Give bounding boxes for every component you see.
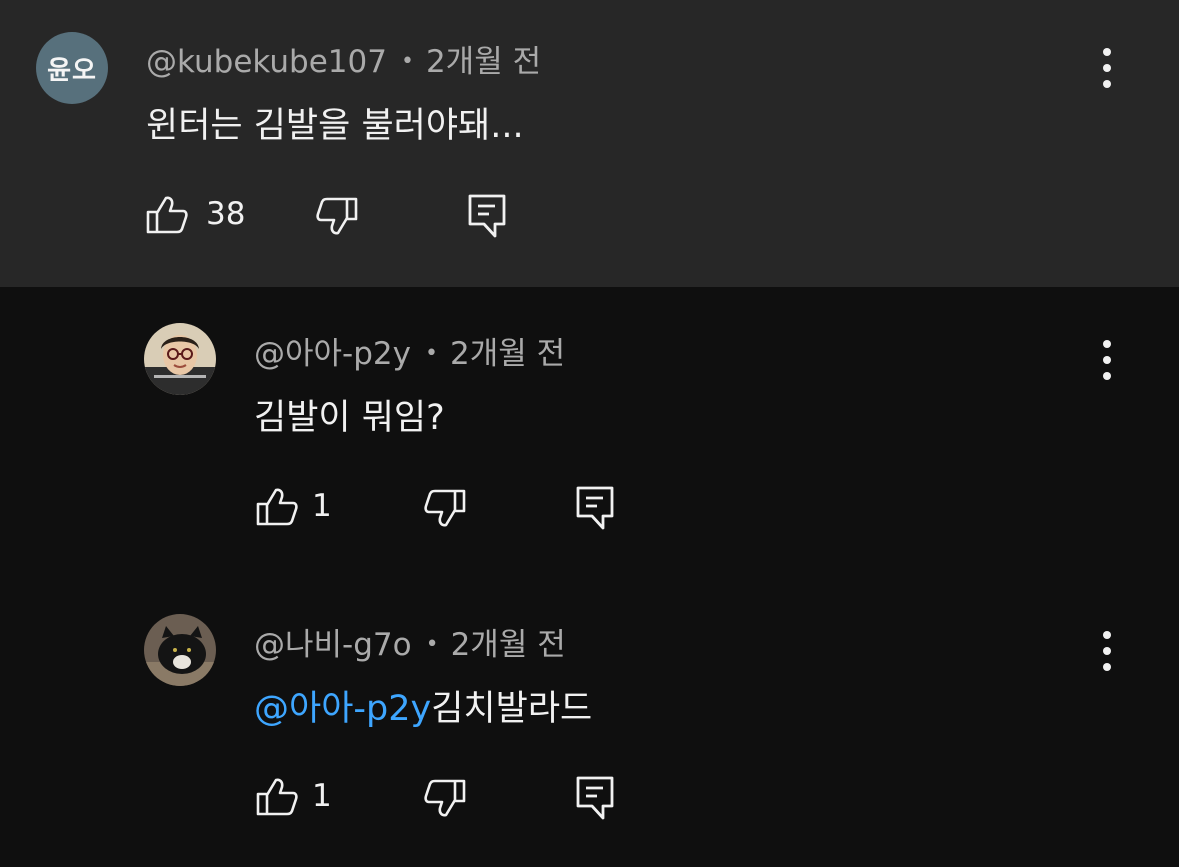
comment-time: 2개월 전	[425, 44, 542, 80]
comment-text: 김발이 뭐임?	[254, 398, 445, 438]
like-count: 1	[312, 488, 332, 524]
more-vertical-icon[interactable]	[1092, 44, 1122, 92]
comment-meta: @나비-g7o • 2개월 전	[254, 619, 566, 664]
comment-text-body: 김치발라드	[431, 689, 593, 729]
more-vertical-icon[interactable]	[1092, 627, 1122, 675]
avatar[interactable]: 윤오	[36, 32, 108, 104]
author-handle[interactable]: @나비-g7o	[254, 627, 412, 663]
author-handle[interactable]: @아아-p2y	[254, 336, 411, 372]
more-vertical-icon[interactable]	[1092, 336, 1122, 384]
avatar[interactable]	[144, 323, 216, 395]
thumbs-down-icon[interactable]	[424, 489, 466, 527]
like-count: 1	[312, 778, 332, 814]
avatar-initials: 윤오	[47, 55, 97, 86]
thumbs-down-icon[interactable]	[316, 197, 358, 235]
thumbs-down-icon[interactable]	[424, 779, 466, 817]
reply-icon[interactable]	[468, 194, 506, 238]
reply-icon[interactable]	[576, 776, 614, 820]
thumbs-up-icon[interactable]	[256, 488, 298, 526]
comment-time: 2개월 전	[450, 627, 566, 663]
comment-time: 2개월 전	[449, 336, 566, 372]
reply-icon[interactable]	[576, 486, 614, 530]
like-count: 38	[206, 196, 246, 232]
thumbs-up-icon[interactable]	[146, 196, 188, 234]
meta-separator: •	[424, 341, 438, 366]
author-handle[interactable]: @kubekube107	[146, 44, 387, 80]
thumbs-up-icon[interactable]	[256, 778, 298, 816]
comment-meta: @kubekube107 • 2개월 전	[146, 36, 541, 81]
mention-link[interactable]: @아아-p2y	[254, 689, 431, 729]
comment-text: 윈터는 김발을 불러야돼...	[146, 106, 524, 146]
comment-meta: @아아-p2y • 2개월 전	[254, 328, 565, 373]
meta-separator: •	[425, 632, 439, 657]
comment-text: @아아-p2y김치발라드	[254, 680, 592, 731]
avatar[interactable]	[144, 614, 216, 686]
main-comment: 윤오 @kubekube107 • 2개월 전 윈터는 김발을 불러야돼... 38	[0, 0, 1179, 287]
meta-separator: •	[400, 49, 414, 74]
